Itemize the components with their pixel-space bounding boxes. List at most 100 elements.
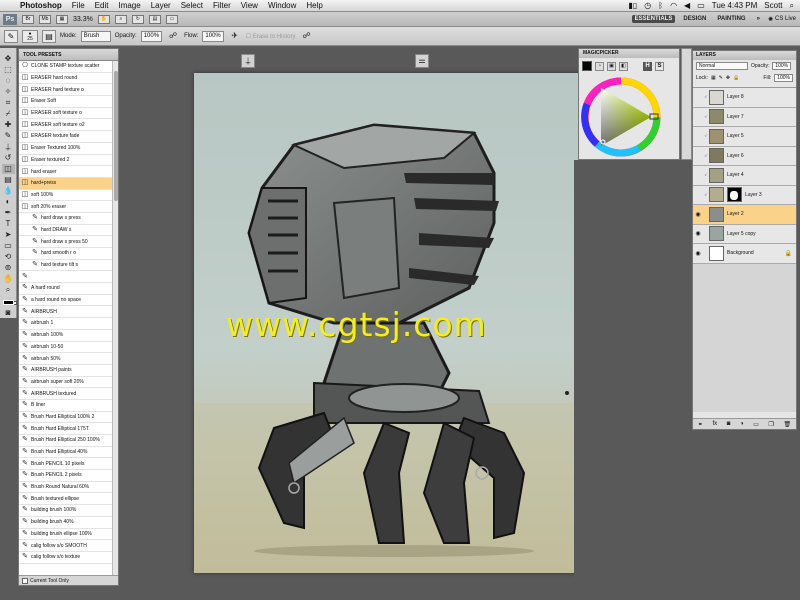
layer-thumbnail[interactable] (709, 148, 724, 164)
tool-preset-item[interactable]: ✎ Brush Hard Elliptical 100% 2 (19, 412, 114, 424)
eraser-tool-icon[interactable]: ◫ (1, 164, 15, 174)
layer-thumbnail[interactable] (709, 128, 724, 144)
layer-thumbnail[interactable] (709, 245, 724, 261)
square-mode-icon[interactable]: ▣ (607, 61, 616, 71)
menu-window[interactable]: Window (268, 1, 296, 10)
menu-extra-icon[interactable]: ▮▯ (628, 1, 637, 10)
view-extras-icon[interactable]: ▦ (56, 14, 68, 24)
cs-live-button[interactable]: ✺ CS Live (768, 16, 796, 23)
add-mask-icon[interactable]: ◙ (727, 421, 731, 427)
clone-stamp-tool-icon[interactable]: ⍊ (2, 142, 15, 152)
layer-thumbnail[interactable] (709, 206, 724, 222)
layer-row[interactable]: ⸔ Layer 8 (693, 88, 796, 108)
magicpicker-title[interactable]: MAGICPICKER (579, 49, 679, 58)
tool-preset-item[interactable]: ◫ ERASER soft texture o2 (19, 119, 114, 132)
app-menu[interactable]: Photoshop (20, 1, 62, 10)
move-tool-icon[interactable]: ✥ (2, 54, 15, 64)
visibility-eye-icon[interactable]: ◉ (693, 250, 703, 257)
tool-preset-item[interactable]: ✎ calig follow s/o texture (19, 552, 114, 564)
tool-preset-item[interactable]: ◫ Eraser textured 2 (19, 155, 114, 167)
menu-select[interactable]: Select (181, 1, 203, 10)
lock-transparent-icon[interactable]: ▦ (711, 75, 716, 81)
arrange-documents-icon[interactable]: ▤ (148, 14, 161, 24)
visibility-eye-icon[interactable]: ◉ (693, 211, 703, 218)
document-canvas[interactable]: www.cgtsj.com (194, 73, 606, 573)
scrollbar-thumb[interactable] (114, 71, 118, 201)
workspace-more[interactable]: » (754, 15, 763, 23)
layers-title[interactable]: LAYERS (693, 51, 796, 60)
layer-opacity-field[interactable]: 100% (772, 62, 792, 70)
lock-position-icon[interactable]: ✥ (726, 75, 730, 81)
brush-preset-picker[interactable]: ● 25 (22, 29, 38, 43)
saturation-mode-button[interactable]: S (655, 61, 664, 71)
tool-presets-scrollbar[interactable] (112, 61, 118, 576)
erase-to-history-checkbox[interactable]: ☐ Erase to History (246, 33, 296, 40)
type-tool-icon[interactable]: T (2, 219, 15, 229)
menu-edit[interactable]: Edit (95, 1, 109, 10)
menu-filter[interactable]: Filter (213, 1, 231, 10)
battery-icon[interactable]: ▭ (697, 1, 705, 10)
picker-mode-icon[interactable]: ◧ (619, 61, 628, 71)
3d-rotate-tool-icon[interactable]: ⟲ (2, 252, 15, 262)
time-machine-icon[interactable]: ◷ (644, 1, 651, 10)
panel-dock-tool-icon[interactable]: ⍊ (241, 54, 255, 68)
delete-layer-icon[interactable]: 🗑 (783, 421, 791, 428)
visibility-eye-icon[interactable]: ◉ (693, 230, 703, 237)
tool-preset-item[interactable]: ✎ Brush Round Natural 60% (19, 482, 114, 494)
layer-row[interactable]: ⸔ Layer 6 (693, 146, 796, 166)
pressure-opacity-icon[interactable]: ☍ (166, 30, 180, 43)
3d-orbit-tool-icon[interactable]: ⊚ (2, 263, 15, 273)
hue-mode-button[interactable]: H (643, 61, 652, 71)
tool-preset-item[interactable]: ✎ hard smooth r o (19, 248, 114, 260)
tool-preset-item[interactable]: ✎ calig follow s/o SMOOTH (19, 540, 114, 552)
new-layer-icon[interactable]: ❐ (768, 421, 773, 428)
zoom-tool-icon[interactable]: ⌕ (114, 14, 127, 24)
link-layers-icon[interactable]: ⚭ (698, 421, 703, 428)
dodge-tool-icon[interactable]: ◐ (2, 197, 15, 207)
tool-preset-item[interactable]: ◫ Eraser Soft (19, 96, 114, 108)
opacity-field[interactable]: 100% (140, 30, 163, 42)
wifi-icon[interactable]: ◠ (670, 1, 677, 10)
wheel-mode-icon[interactable]: ◔ (595, 61, 604, 71)
layer-thumbnail[interactable] (709, 226, 724, 242)
tool-preset-item[interactable]: ✎ a hard round no space (19, 295, 114, 307)
shape-tool-icon[interactable]: ▭ (2, 241, 15, 251)
tool-preset-item[interactable]: ◫ Eraser Textured 100% (19, 143, 114, 155)
menu-view[interactable]: View (241, 1, 258, 10)
tool-preset-item[interactable]: ✎ (19, 271, 114, 284)
tool-preset-item[interactable]: ✎ Brush PENCIL 10 pixels (19, 458, 114, 471)
workspace-design[interactable]: DESIGN (680, 15, 709, 23)
path-selection-tool-icon[interactable]: ➤ (2, 230, 15, 240)
magicpicker-side-tabs[interactable] (681, 48, 692, 160)
tool-preset-item[interactable]: ✎ building brush 100% (19, 505, 114, 517)
layer-thumbnail[interactable] (709, 167, 724, 183)
hand-tool-icon[interactable]: ✋ (97, 14, 110, 24)
bridge-icon[interactable]: Br (22, 14, 34, 24)
zoom-level[interactable]: 33.3% (73, 16, 93, 23)
tool-preset-item[interactable]: ✎ Brush Hard Elliptical 175T (19, 423, 114, 435)
new-group-icon[interactable]: ▭ (753, 421, 759, 428)
blur-tool-icon[interactable]: 💧 (2, 186, 15, 196)
tool-preset-item[interactable]: ✎ airbrush super soft 20% (19, 377, 114, 389)
crop-tool-icon[interactable]: ⌗ (2, 98, 15, 108)
zoom-tool-icon[interactable]: ⌕ (2, 285, 15, 295)
fill-field[interactable]: 100% (774, 74, 793, 82)
tool-preset-item[interactable]: ✎ hard DRAW s (19, 225, 114, 237)
tool-preset-item[interactable]: ◫ soft 20% eraser (19, 201, 114, 213)
tool-preset-item[interactable]: ✎ airbrush 1 (19, 318, 114, 330)
hand-tool-icon[interactable]: ✋ (2, 274, 15, 284)
tool-preset-item[interactable]: ✎ Brush textured ellipse (19, 493, 114, 506)
tool-preset-item[interactable]: ✎ hard texture tilt s (19, 260, 114, 272)
brush-tool-icon[interactable]: ✎ (2, 131, 15, 141)
layer-row[interactable]: ◉ Background 🔒 (693, 244, 796, 264)
tool-preset-item[interactable]: ✎ airbrush 10-50 (19, 342, 114, 354)
tool-preset-item[interactable]: ⎔ CLONE STAMP texture scatter (19, 61, 114, 73)
tool-preset-item[interactable]: ✎ building brush 40% (19, 517, 114, 529)
eyedropper-tool-icon[interactable]: ⌿ (2, 109, 15, 119)
pen-tool-icon[interactable]: ✒ (2, 208, 15, 218)
screen-mode-icon[interactable]: ▭ (165, 14, 178, 24)
workspace-painting[interactable]: PAINTING (714, 15, 748, 23)
tool-preset-item[interactable]: ✎ AIRBRUSH (19, 306, 114, 319)
tool-preset-item[interactable]: ✎ airbrush 50% (19, 353, 114, 365)
healing-brush-tool-icon[interactable]: ✚ (2, 120, 15, 130)
